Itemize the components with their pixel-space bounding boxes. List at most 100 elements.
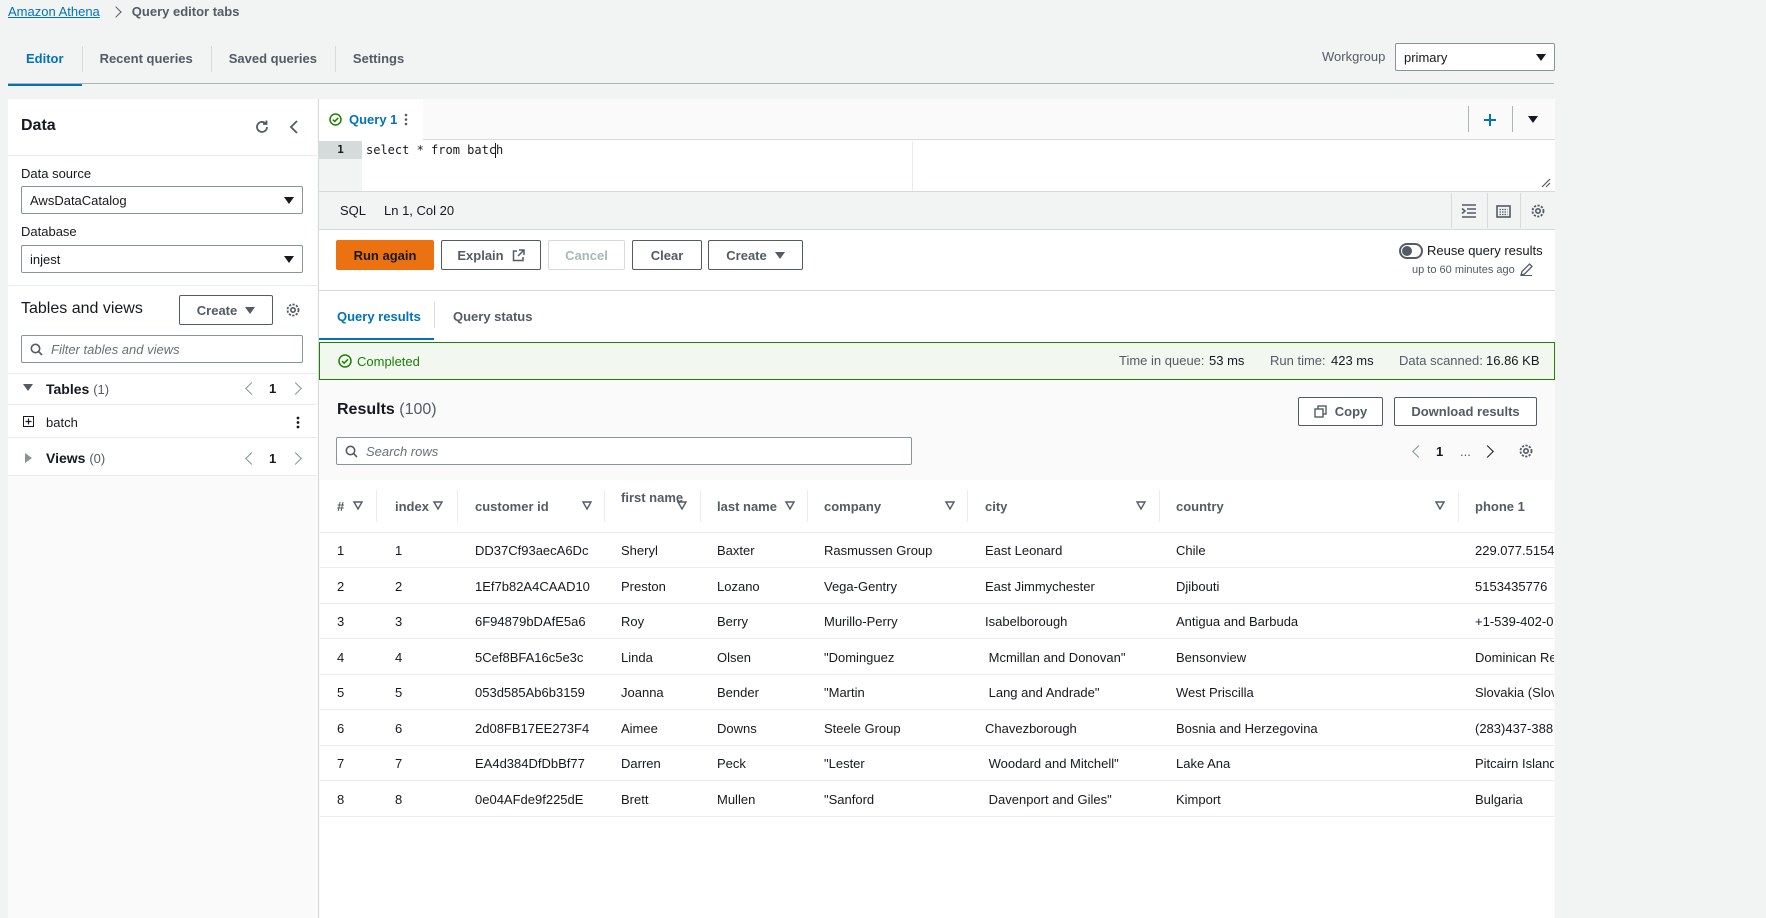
sort-icon[interactable] bbox=[582, 501, 592, 510]
column-header[interactable]: first name bbox=[621, 489, 701, 506]
table-row[interactable]: 8 8 0e04AFde9f225dE Brett Mullen "Sanford Dav… bbox=[320, 781, 1554, 817]
table-cell: (283)437-388 bbox=[1475, 720, 1554, 736]
views-expand-icon[interactable] bbox=[25, 453, 32, 463]
editor-settings-icon[interactable] bbox=[1528, 201, 1548, 221]
create-table-button[interactable]: Create bbox=[179, 295, 273, 325]
run-again-button[interactable]: Run again bbox=[336, 240, 434, 270]
search-icon bbox=[345, 445, 358, 458]
views-label: Views bbox=[46, 450, 86, 466]
table-cell: Darren bbox=[621, 756, 661, 771]
search-rows-input[interactable]: Search rows bbox=[336, 437, 912, 465]
table-cell: 4 bbox=[395, 649, 403, 665]
refresh-icon[interactable] bbox=[252, 117, 272, 137]
sort-icon[interactable] bbox=[945, 501, 955, 510]
column-header[interactable]: phone 1 bbox=[1475, 498, 1554, 515]
table-cell: Olsen bbox=[717, 649, 751, 665]
column-header[interactable]: city bbox=[985, 498, 1155, 515]
sort-icon[interactable] bbox=[353, 501, 363, 510]
table-cell: Mcmillan and Donovan" bbox=[985, 649, 1126, 665]
tab-more-icon[interactable] bbox=[404, 113, 408, 126]
divider bbox=[319, 290, 1555, 291]
column-separator[interactable] bbox=[967, 490, 968, 522]
success-check-icon bbox=[338, 354, 352, 368]
reuse-results-toggle[interactable] bbox=[1399, 243, 1423, 259]
table-cell: 1 bbox=[337, 543, 345, 558]
tables-page-number[interactable]: 1 bbox=[269, 381, 276, 396]
sort-icon[interactable] bbox=[785, 501, 795, 510]
table-cell: Berry bbox=[717, 614, 749, 629]
table-row[interactable]: 4 4 5Cef8BFA16c5e3c Linda Olsen "Dominguez Mc… bbox=[320, 639, 1554, 675]
create-label: Create bbox=[726, 247, 767, 263]
tab-query-results-label: Query results bbox=[337, 309, 421, 324]
column-separator[interactable] bbox=[1458, 490, 1459, 522]
clear-button[interactable]: Clear bbox=[632, 240, 702, 270]
column-separator[interactable] bbox=[604, 490, 605, 522]
table-row[interactable]: 7 7 EA4d384DfDbBf77 Darren Peck "Lester Wooda… bbox=[320, 745, 1554, 781]
table-row[interactable]: 3 3 6F94879bDAfE5a6 Roy Berry Murillo-Perry Is… bbox=[320, 603, 1554, 639]
filter-tables-input[interactable]: Filter tables and views bbox=[21, 335, 303, 363]
editor-code[interactable]: select * from batch bbox=[366, 143, 503, 157]
tab-query-results[interactable]: Query results bbox=[319, 291, 434, 340]
table-row[interactable]: 2 2 1Ef7b82A4CAAD10 Preston Lozano Vega-Gentr… bbox=[320, 568, 1554, 604]
caret-down-icon bbox=[284, 196, 294, 204]
column-separator[interactable] bbox=[457, 490, 458, 522]
table-preferences-icon[interactable] bbox=[1516, 441, 1536, 461]
table-cell: 6F94879bDAfE5a6 bbox=[475, 614, 586, 629]
resize-handle-icon[interactable] bbox=[1541, 178, 1551, 188]
views-page-number[interactable]: 1 bbox=[269, 451, 276, 466]
tab-editor[interactable]: Editor bbox=[8, 44, 82, 86]
download-results-button[interactable]: Download results bbox=[1394, 397, 1537, 426]
explain-button[interactable]: Explain bbox=[441, 240, 541, 270]
breadcrumb-link-athena[interactable]: Amazon Athena bbox=[8, 4, 100, 19]
keyboard-icon[interactable] bbox=[1493, 201, 1513, 221]
tables-heading[interactable]: Tables (1) bbox=[46, 381, 109, 397]
views-heading[interactable]: Views (0) bbox=[46, 450, 105, 466]
expand-plus-icon[interactable] bbox=[23, 416, 34, 427]
table-cell: EA4d384DfDbBf77 bbox=[475, 756, 585, 771]
table-cell: "Martin bbox=[824, 685, 865, 700]
tab-query-1[interactable]: Query 1 bbox=[319, 99, 423, 140]
format-query-icon[interactable] bbox=[1459, 201, 1479, 221]
add-tab-icon[interactable] bbox=[1480, 110, 1500, 130]
column-separator[interactable] bbox=[807, 490, 808, 522]
column-separator[interactable] bbox=[376, 490, 377, 522]
reuse-results-label: Reuse query results bbox=[1427, 243, 1543, 258]
collapse-panel-icon[interactable] bbox=[284, 117, 304, 137]
table-item-batch[interactable]: batch bbox=[8, 405, 317, 437]
column-header[interactable]: country bbox=[1176, 498, 1456, 515]
edit-icon[interactable] bbox=[1520, 263, 1533, 276]
cancel-button[interactable]: Cancel bbox=[548, 240, 625, 270]
column-header[interactable]: company bbox=[824, 498, 964, 515]
table-row[interactable]: 6 6 2d08FB17EE273F4 Aimee Downs Steele Group C… bbox=[320, 710, 1554, 746]
more-actions-icon[interactable] bbox=[296, 416, 300, 429]
sort-icon[interactable] bbox=[1435, 501, 1445, 510]
success-check-icon bbox=[329, 113, 342, 126]
column-separator[interactable] bbox=[700, 490, 701, 522]
gear-icon[interactable] bbox=[283, 300, 303, 320]
table-row[interactable]: 5 5 053d585Ab6b3159 Joanna Bender "Martin Lan… bbox=[320, 674, 1554, 710]
tab-recent-queries[interactable]: Recent queries bbox=[81, 44, 211, 84]
caret-down-icon bbox=[774, 251, 785, 259]
sort-icon[interactable] bbox=[677, 501, 687, 510]
workgroup-select[interactable]: primary bbox=[1395, 43, 1555, 71]
data-source-select[interactable]: AwsDataCatalog bbox=[21, 186, 303, 214]
create-button[interactable]: Create bbox=[708, 240, 803, 270]
column-header[interactable]: index bbox=[395, 498, 465, 515]
tab-query-status[interactable]: Query status bbox=[453, 309, 532, 324]
tabs-dropdown-icon[interactable] bbox=[1528, 116, 1538, 123]
table-cell: Lozano bbox=[717, 578, 760, 594]
tab-settings[interactable]: Settings bbox=[334, 44, 422, 84]
editor-status-bar bbox=[319, 192, 1555, 230]
sort-icon[interactable] bbox=[433, 501, 443, 510]
tab-saved-queries[interactable]: Saved queries bbox=[210, 44, 335, 84]
data-source-label: Data source bbox=[21, 166, 92, 181]
divider bbox=[1451, 193, 1452, 228]
tables-expand-icon[interactable] bbox=[23, 384, 33, 391]
database-select[interactable]: injest bbox=[21, 245, 303, 273]
results-page-number[interactable]: 1 bbox=[1436, 444, 1443, 459]
copy-button[interactable]: Copy bbox=[1298, 397, 1383, 426]
sort-icon[interactable] bbox=[1136, 501, 1146, 510]
table-row[interactable]: 1 1 DD37Cf93aecA6Dc Sheryl Baxter Rasmussen G… bbox=[320, 532, 1554, 568]
column-separator[interactable] bbox=[1159, 490, 1160, 522]
breadcrumb: Amazon Athena Query editor tabs bbox=[8, 4, 239, 19]
